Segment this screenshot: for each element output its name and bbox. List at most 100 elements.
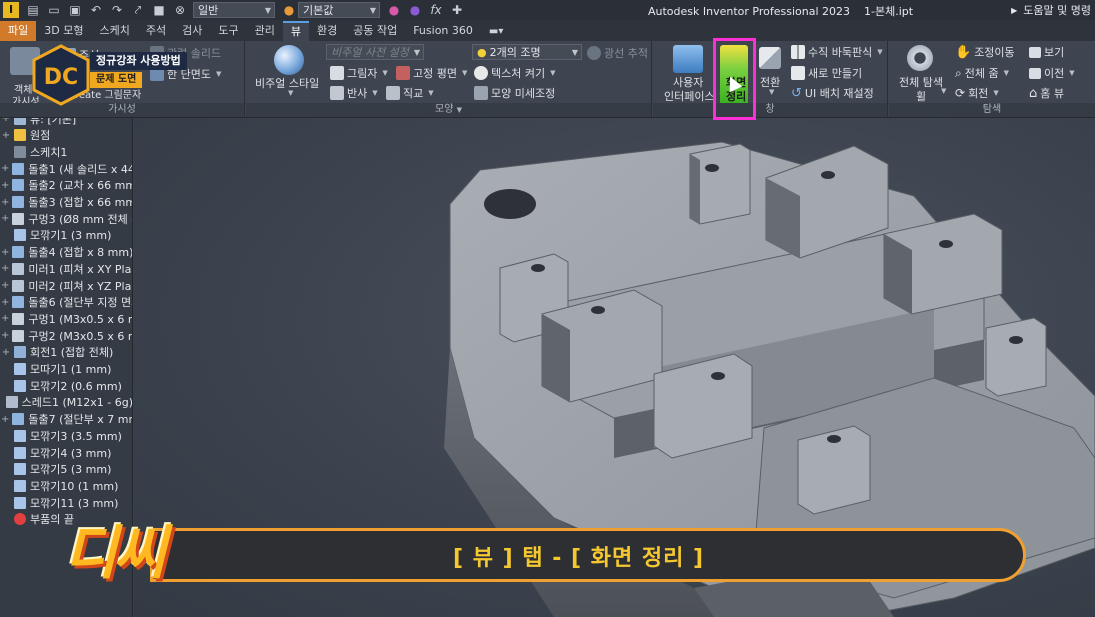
appearance-override-icon[interactable]: ● bbox=[387, 3, 401, 17]
full-navigation-wheel-button-2[interactable]: 휠 bbox=[916, 88, 926, 104]
browser-item[interactable]: 스케치1 bbox=[0, 143, 132, 160]
ground-plane-button[interactable]: 고정 평면 ▼ bbox=[396, 65, 467, 81]
home-view-button[interactable]: ⌂ 홈 뷰 bbox=[1029, 85, 1064, 101]
expand-plus-icon[interactable]: + bbox=[1, 130, 11, 141]
user-interface-icon[interactable] bbox=[673, 45, 703, 73]
extrude-icon bbox=[12, 196, 25, 208]
expand-plus-icon[interactable]: + bbox=[1, 297, 9, 308]
expand-plus-icon[interactable]: + bbox=[1, 197, 9, 208]
tab-inspect[interactable]: 검사 bbox=[174, 21, 210, 41]
material-clear-icon[interactable]: ⊗ bbox=[173, 3, 187, 17]
browser-item[interactable]: + 돌출1 (새 솔리드 x 44 mm) bbox=[0, 160, 132, 177]
expand-plus-icon[interactable]: + bbox=[1, 414, 9, 425]
browser-item[interactable]: + 돌출2 (교차 x 66 mm) bbox=[0, 177, 132, 194]
visual-preset-value: 비주얼 사전 설정 bbox=[331, 46, 409, 59]
look-at-button[interactable]: 보기 bbox=[1029, 44, 1064, 60]
tab-fusion-360[interactable]: Fusion 360 bbox=[405, 21, 481, 41]
tile-vertical-button[interactable]: 수직 바둑판식 ▼ bbox=[791, 44, 883, 60]
tab-options-icon[interactable]: ▬▾ bbox=[489, 26, 503, 37]
shadow-button[interactable]: 그림자 ▼ bbox=[330, 65, 388, 81]
visual-style-dropdown[interactable]: ▼ bbox=[286, 89, 293, 97]
tab-tools[interactable]: 도구 bbox=[210, 21, 246, 41]
tab-environments[interactable]: 환경 bbox=[309, 21, 345, 41]
tab-collaborate[interactable]: 공동 작업 bbox=[345, 21, 405, 41]
tab-view[interactable]: 뷰 bbox=[282, 21, 309, 41]
browser-item[interactable]: + 구멍2 (M3x0.5 x 6 mm) bbox=[0, 327, 132, 344]
appearance-fine-tune-button[interactable]: 모양 미세조정 bbox=[474, 85, 555, 101]
save-icon[interactable]: ▣ bbox=[68, 3, 82, 17]
lighting-combo[interactable]: ● 2개의 조명 ▼ bbox=[472, 44, 582, 60]
full-navigation-wheel-icon[interactable] bbox=[907, 45, 933, 71]
visual-preset-combo[interactable]: 비주얼 사전 설정 ▼ bbox=[326, 44, 424, 60]
expand-plus-icon[interactable]: + bbox=[1, 163, 9, 174]
chevron-down-icon: ▼ bbox=[550, 69, 556, 77]
texture-button[interactable]: 텍스처 켜기 ▼ bbox=[474, 65, 556, 81]
expand-plus-icon[interactable]: + bbox=[1, 263, 9, 274]
expand-plus-icon[interactable]: + bbox=[1, 330, 9, 341]
clear-appearance-icon[interactable]: ● bbox=[408, 3, 422, 17]
reset-ui-label: UI 배치 재설정 bbox=[804, 87, 874, 100]
expand-plus-icon[interactable]: + bbox=[1, 347, 11, 358]
tab-sketch[interactable]: 스케치 bbox=[91, 21, 137, 41]
orbit-button[interactable]: ⟳ 회전 ▼ bbox=[955, 85, 999, 101]
style-combo[interactable]: 일반 ▼ bbox=[193, 2, 275, 18]
expand-plus-icon[interactable]: + bbox=[1, 280, 9, 291]
expand-plus-icon[interactable]: + bbox=[1, 180, 9, 191]
browser-item[interactable]: + 원점 bbox=[0, 127, 132, 144]
browser-item[interactable]: 모깎기5 (3 mm) bbox=[0, 461, 132, 478]
orthographic-button[interactable]: 직교 ▼ bbox=[386, 85, 434, 101]
pan-button[interactable]: ✋ 조정이동 bbox=[955, 44, 1015, 60]
open-folder-icon[interactable]: ▭ bbox=[47, 3, 61, 17]
undo-icon[interactable]: ↶ bbox=[89, 3, 103, 17]
expand-plus-icon[interactable]: + bbox=[1, 313, 9, 324]
previous-view-button[interactable]: 이전 ▼ bbox=[1029, 65, 1075, 81]
browser-item[interactable]: 스레드1 (M12x1 - 6g) bbox=[0, 394, 132, 411]
browser-item[interactable]: 모깎기10 (1 mm) bbox=[0, 477, 132, 494]
browser-item[interactable]: + 돌출6 (절단부 지정 면까지) bbox=[0, 294, 132, 311]
style-combo-value: 일반 bbox=[198, 4, 219, 17]
material-combo[interactable]: 기본값 ▼ bbox=[298, 2, 380, 18]
browser-item[interactable]: + 구멍1 (M3x0.5 x 6 mm) bbox=[0, 310, 132, 327]
switch-window-dropdown[interactable]: ▼ bbox=[767, 88, 774, 96]
update-icon[interactable]: ■ bbox=[152, 3, 166, 17]
tab-file[interactable]: 파일 bbox=[0, 21, 37, 41]
plus-icon[interactable]: ✚ bbox=[450, 3, 464, 17]
expand-plus-icon[interactable]: + bbox=[1, 247, 9, 258]
switch-window-icon[interactable] bbox=[759, 47, 781, 69]
appearance-color-icon[interactable]: ● bbox=[282, 3, 296, 17]
texture-label: 텍스처 켜기 bbox=[491, 67, 546, 80]
chevron-down-icon: ▼ bbox=[428, 89, 434, 97]
new-file-icon[interactable]: ▤ bbox=[26, 3, 40, 17]
ray-trace-button[interactable]: 광선 추적 bbox=[587, 45, 648, 61]
browser-item[interactable]: + 뷰: [기본] bbox=[0, 118, 132, 127]
reflection-button[interactable]: 반사 ▼ bbox=[330, 85, 378, 101]
browser-item[interactable]: 모깎기4 (3 mm) bbox=[0, 444, 132, 461]
browser-item[interactable]: 모깎기3 (3.5 mm) bbox=[0, 427, 132, 444]
select-icon[interactable]: ⤤ bbox=[131, 3, 145, 18]
help-search[interactable]: ▶ 도움말 및 명령 bbox=[1011, 0, 1095, 20]
new-window-button[interactable]: 새로 만들기 bbox=[791, 65, 862, 81]
zoom-all-button[interactable]: ⌕ 전체 줌 ▼ bbox=[955, 65, 1009, 81]
browser-item[interactable]: + 회전1 (접합 전체) bbox=[0, 344, 132, 361]
expand-plus-icon[interactable]: + bbox=[1, 118, 11, 124]
browser-item[interactable]: + 미러1 (피쳐 x XY Plane) bbox=[0, 260, 132, 277]
browser-item[interactable]: 모깎기11 (3 mm) bbox=[0, 494, 132, 511]
expand-plus-icon[interactable]: + bbox=[1, 213, 9, 224]
browser-item[interactable]: + 돌출7 (절단부 x 7 mm) bbox=[0, 411, 132, 428]
browser-item[interactable]: 모깎기1 (3 mm) bbox=[0, 227, 132, 244]
redo-icon[interactable]: ↷ bbox=[110, 3, 124, 17]
browser-item[interactable]: + 돌출4 (접합 x 8 mm) bbox=[0, 244, 132, 261]
full-navigation-dropdown[interactable]: ▼ bbox=[939, 87, 946, 95]
browser-item[interactable]: + 구멍3 (Ø8 mm 전체 관통) bbox=[0, 210, 132, 227]
parameters-fx-icon[interactable]: fx bbox=[429, 3, 443, 17]
tab-annotate[interactable]: 주석 bbox=[138, 21, 174, 41]
browser-item[interactable]: 모깎기2 (0.6 mm) bbox=[0, 377, 132, 394]
tab-3d-model[interactable]: 3D 모형 bbox=[36, 21, 91, 41]
tab-manage[interactable]: 관리 bbox=[247, 21, 283, 41]
inventor-logo-icon[interactable]: I bbox=[3, 2, 19, 18]
browser-item[interactable]: + 미러2 (피쳐 x YZ Plane) bbox=[0, 277, 132, 294]
reset-ui-button[interactable]: ↺ UI 배치 재설정 bbox=[791, 85, 874, 101]
visual-style-icon[interactable] bbox=[274, 45, 304, 75]
browser-item[interactable]: + 돌출3 (접합 x 66 mm) bbox=[0, 194, 132, 211]
browser-item[interactable]: 모따기1 (1 mm) bbox=[0, 361, 132, 378]
